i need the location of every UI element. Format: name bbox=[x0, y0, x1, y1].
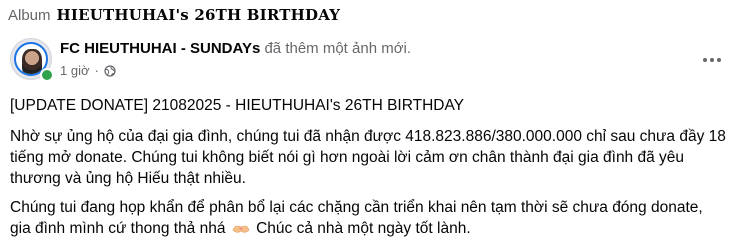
post-paragraph-2: Chúng tui đang họp khẩn để phân bổ lại c… bbox=[10, 197, 726, 239]
album-title[interactable]: HIEUTHUHAI's 26TH BIRTHDAY bbox=[57, 6, 341, 24]
post-byline: FC HIEUTHUHAI - SUNDAYs đã thêm một ảnh … bbox=[60, 40, 411, 57]
post-header: FC HIEUTHUHAI - SUNDAYs đã thêm một ảnh … bbox=[10, 38, 730, 82]
meta-separator: · bbox=[94, 63, 99, 78]
album-header: Album HIEUTHUHAI's 26TH BIRTHDAY bbox=[8, 6, 340, 24]
more-options-icon[interactable] bbox=[700, 48, 724, 72]
post-meta: 1 giờ · bbox=[60, 63, 116, 78]
online-status-dot bbox=[40, 68, 54, 82]
post-time[interactable]: 1 giờ bbox=[60, 63, 90, 78]
profile-photo bbox=[22, 49, 42, 74]
heart-hands-emoji-icon bbox=[232, 226, 250, 233]
post-title: [UPDATE DONATE] 21082025 - HIEUTHUHAI's … bbox=[10, 97, 465, 114]
post-action-text: đã thêm một ảnh mới. bbox=[264, 40, 412, 57]
paragraph-2-text-b: Chúc cả nhà một ngày tốt lành. bbox=[251, 220, 471, 238]
album-label: Album bbox=[8, 7, 51, 24]
post-body: [UPDATE DONATE] 21082025 - HIEUTHUHAI's … bbox=[10, 95, 726, 247]
globe-icon[interactable] bbox=[104, 64, 116, 77]
author-name[interactable]: FC HIEUTHUHAI - SUNDAYs bbox=[60, 40, 260, 57]
post-paragraph-1: Nhờ sự ủng hộ của đại gia đình, chúng tu… bbox=[10, 128, 726, 188]
